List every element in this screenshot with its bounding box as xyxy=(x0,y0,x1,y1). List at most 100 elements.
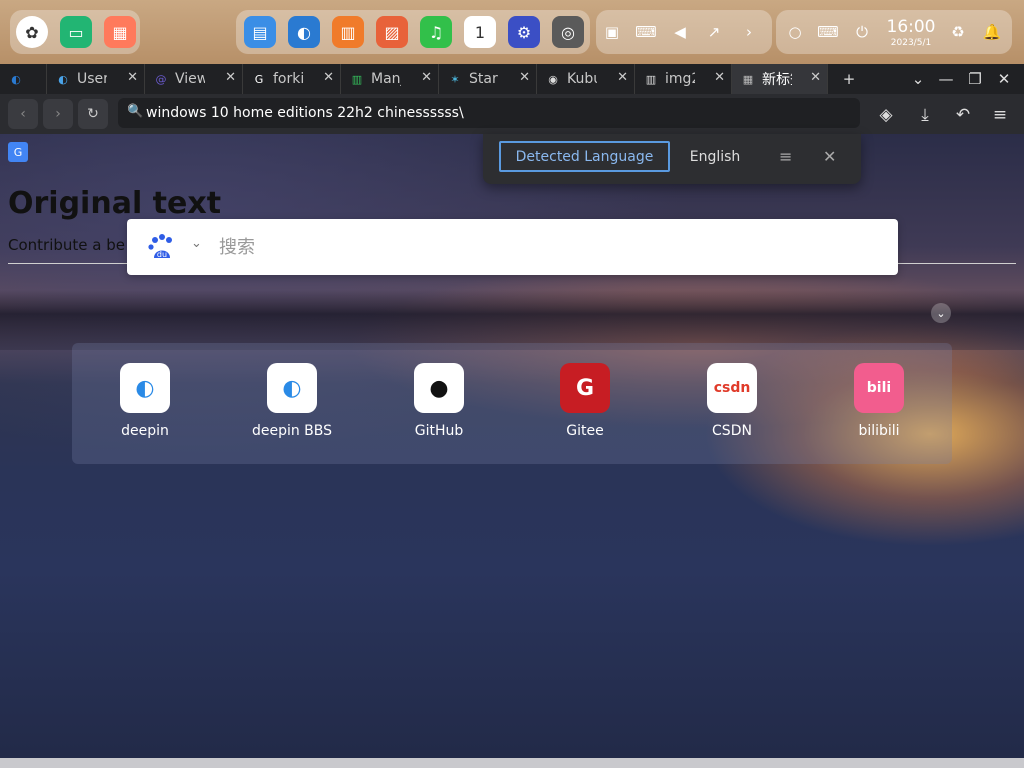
browser-tab-strip: ◐◐User✕@View✕Gforki✕▥Manj✕✶StarF✕◉Kubu✕▥… xyxy=(0,64,1024,94)
keyboard-layout-icon[interactable]: ⌨ xyxy=(816,20,840,44)
extension-icon[interactable]: ◈ xyxy=(874,103,898,127)
expand-tray-icon[interactable]: › xyxy=(737,20,761,44)
clock-date: 2023/5/1 xyxy=(890,38,932,48)
clock-time[interactable]: 16:00 xyxy=(884,17,938,37)
browser-icon[interactable]: ◐ xyxy=(288,16,320,48)
restore-button[interactable]: ❐ xyxy=(964,68,986,90)
tab-favicon-icon: G xyxy=(254,72,264,86)
speed-dial-panel: ◐ deepin ◐ deepin BBS ● GitHub G Gitee csdn CSDN b… xyxy=(72,343,952,464)
tab-close-icon[interactable]: ✕ xyxy=(519,70,530,85)
browser-tab[interactable]: ▥ Manj ✕ xyxy=(341,64,439,94)
browser-tab[interactable]: ◐ xyxy=(0,64,47,94)
tab-favicon-icon: ▥ xyxy=(351,72,363,86)
shortcut-gitee[interactable]: G Gitee xyxy=(525,363,645,453)
shortcut-label: Gitee xyxy=(566,423,604,439)
browser-tab[interactable]: ◉ Kubu ✕ xyxy=(537,64,635,94)
minimize-button[interactable]: — xyxy=(935,68,957,90)
tab-favicon-icon: ◉ xyxy=(548,72,558,86)
csdn-icon: csdn xyxy=(707,363,757,413)
screen-capture-icon[interactable]: ▣ xyxy=(600,20,624,44)
shortcut-deepin[interactable]: ◐ deepin xyxy=(85,363,205,453)
contribute-text[interactable]: Contribute a be xyxy=(8,236,125,254)
forward-button[interactable]: › xyxy=(43,99,73,129)
original-text-heading: Original text xyxy=(8,186,222,221)
english-tab[interactable]: English xyxy=(680,141,750,172)
trash-icon[interactable]: ♻ xyxy=(946,20,970,44)
browser-tab[interactable]: ◐ User ✕ xyxy=(47,64,145,94)
multitask-view-icon[interactable]: ▭ xyxy=(60,16,92,48)
translate-options-icon[interactable]: ≡ xyxy=(779,147,792,166)
reload-button[interactable]: ↻ xyxy=(78,99,108,129)
app-store-icon[interactable]: ▥ xyxy=(332,16,364,48)
download-icon[interactable]: ⤓ xyxy=(913,103,937,127)
tab-favicon-icon: ▥ xyxy=(645,72,657,86)
network-icon[interactable]: ↗ xyxy=(702,20,726,44)
address-bar[interactable]: 🔍 windows 10 home editions 22h2 chinesss… xyxy=(118,98,860,128)
browser-tab[interactable]: ▦ 新标签 ✕ xyxy=(732,64,828,94)
control-center-icon[interactable]: ⚙ xyxy=(508,16,540,48)
new-tab-button[interactable]: + xyxy=(838,68,860,90)
deepin-icon: ◐ xyxy=(120,363,170,413)
launcher-icon[interactable]: ✿ xyxy=(16,16,48,48)
tab-close-icon[interactable]: ✕ xyxy=(225,70,236,85)
tab-close-icon[interactable]: ✕ xyxy=(617,70,628,85)
tab-title: Manj xyxy=(371,71,401,87)
notification-bell-icon[interactable]: 🔔 xyxy=(980,20,1004,44)
menu-icon[interactable]: ≡ xyxy=(988,103,1012,127)
window-close-button[interactable]: ✕ xyxy=(993,68,1015,90)
tab-close-icon[interactable]: ✕ xyxy=(714,70,725,85)
tab-close-icon[interactable]: ✕ xyxy=(127,70,138,85)
power-icon[interactable]: ⏻ xyxy=(850,20,874,44)
browser-tab[interactable]: ▥ img2 ✕ xyxy=(635,64,732,94)
tab-title: View xyxy=(175,71,205,87)
workspace-icon[interactable]: ▦ xyxy=(104,16,136,48)
bottom-status-strip xyxy=(0,758,1024,768)
browser-tab[interactable]: @ View ✕ xyxy=(145,64,243,94)
browser-tab[interactable]: Gforki ✕ xyxy=(243,64,341,94)
deepin-bbs-icon: ◐ xyxy=(267,363,317,413)
browser-toolbar: ‹ › ↻ 🔍 windows 10 home editions 22h2 ch… xyxy=(0,94,1024,134)
browser-tab[interactable]: ✶ StarF ✕ xyxy=(439,64,537,94)
shortcut-github[interactable]: ● GitHub xyxy=(379,363,499,453)
shortcut-bilibili[interactable]: bili bilibili xyxy=(819,363,939,453)
tab-list-button[interactable]: ⌄ xyxy=(907,68,929,90)
back-button[interactable]: ‹ xyxy=(8,99,38,129)
wallpaper-treeline xyxy=(0,290,1024,350)
tab-title: StarF xyxy=(469,71,499,87)
tab-favicon-icon: ◐ xyxy=(11,72,21,86)
undo-icon[interactable]: ↶ xyxy=(951,103,975,127)
music-icon[interactable]: ♫ xyxy=(420,16,452,48)
shortcut-label: bilibili xyxy=(858,423,900,439)
bilibili-icon: bili xyxy=(854,363,904,413)
translate-close-icon[interactable]: ✕ xyxy=(823,147,836,166)
volume-icon[interactable]: ◀ xyxy=(668,20,692,44)
shortcut-csdn[interactable]: csdn CSDN xyxy=(672,363,792,453)
baidu-logo-icon[interactable]: du xyxy=(147,232,177,262)
tab-close-icon[interactable]: ✕ xyxy=(810,70,821,85)
shortcut-label: GitHub xyxy=(414,423,464,439)
tab-title: User xyxy=(77,71,107,87)
search-input[interactable] xyxy=(219,231,879,263)
address-text[interactable]: windows 10 home editions 22h2 chinesssss… xyxy=(146,105,464,121)
wallpaper-snow xyxy=(0,470,1024,760)
shortcut-deepin-bbs[interactable]: ◐ deepin BBS xyxy=(232,363,352,453)
engine-dropdown-chevron-icon[interactable]: ⌄ xyxy=(191,236,202,251)
tab-close-icon[interactable]: ✕ xyxy=(421,70,432,85)
shortcut-label: deepin xyxy=(121,423,169,439)
calendar-icon[interactable]: 1 xyxy=(464,16,496,48)
detected-language-tab[interactable]: Detected Language xyxy=(499,141,670,172)
github-icon: ● xyxy=(414,363,464,413)
tab-title: forki xyxy=(273,71,303,87)
google-translate-icon[interactable]: G xyxy=(8,142,28,162)
tab-favicon-icon: ◐ xyxy=(58,72,68,86)
tab-close-icon[interactable]: ✕ xyxy=(323,70,334,85)
shortcut-label: CSDN xyxy=(712,423,752,439)
disk-utility-icon[interactable]: ◎ xyxy=(552,16,584,48)
top-dock: ✿ ▭ ▦ ▤ ◐ ▥ ▨ ♫ 1 ⚙ ◎ ▣ ⌨ ◀ ↗ › ○ ⌨ ⏻ ♻ 🔔 16:00 2023/5/1 xyxy=(0,0,1024,64)
input-keyboard-icon[interactable]: ⌨ xyxy=(634,20,658,44)
file-manager-icon[interactable]: ▤ xyxy=(244,16,276,48)
collapse-chevron-icon[interactable]: ⌄ xyxy=(931,303,951,323)
search-icon[interactable]: ○ xyxy=(783,20,807,44)
image-viewer-icon[interactable]: ▨ xyxy=(376,16,408,48)
tab-favicon-icon: @ xyxy=(155,72,167,86)
